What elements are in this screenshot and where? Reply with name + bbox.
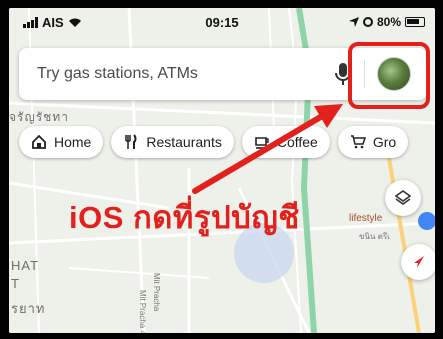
chip-label-groceries: Gro bbox=[372, 134, 397, 150]
category-chips: Home Restaurants Coffee Gro bbox=[9, 126, 435, 160]
wifi-icon bbox=[68, 18, 81, 27]
fork-knife-icon bbox=[125, 134, 137, 149]
status-right: 80% bbox=[348, 15, 425, 29]
map-label-thai-top: จรัญรัชทา bbox=[9, 110, 69, 124]
search-bar[interactable]: Try gas stations, ATMs bbox=[19, 48, 427, 100]
search-input[interactable]: Try gas stations, ATMs bbox=[37, 65, 334, 83]
compass-needle-icon bbox=[414, 256, 424, 268]
layers-button[interactable] bbox=[385, 180, 421, 216]
phone-screen: AIS 09:15 80% จรัญรัชทา HAT T รยาท Mit P… bbox=[9, 8, 435, 333]
signal-icon bbox=[23, 16, 38, 28]
carrier-label: AIS bbox=[42, 14, 64, 30]
status-left: AIS bbox=[23, 15, 82, 30]
map-label-area-2: T bbox=[11, 276, 20, 291]
poi-sub-label: ขนิน ตรีเ bbox=[359, 232, 390, 241]
map-label-thai-bottom: รยาท bbox=[11, 301, 46, 316]
road-label-2: Mit Pracha 4 bbox=[138, 290, 147, 333]
battery-percent: 80% bbox=[376, 15, 401, 29]
location-arrow-icon bbox=[348, 17, 359, 27]
mic-icon[interactable] bbox=[334, 62, 352, 86]
chip-home[interactable]: Home bbox=[19, 126, 104, 158]
phone-frame: AIS 09:15 80% จรัญรัชทา HAT T รยาท Mit P… bbox=[0, 0, 443, 339]
layers-icon bbox=[394, 190, 412, 205]
alarm-icon bbox=[362, 17, 373, 27]
annotation-text: iOS กดที่รูปบัญชี bbox=[69, 200, 300, 235]
road-label-1: Mit Pracha bbox=[152, 273, 161, 312]
poi-label: lifestyle bbox=[349, 213, 383, 224]
chip-groceries[interactable]: Gro bbox=[337, 126, 409, 158]
chip-label-restaurants: Restaurants bbox=[146, 134, 222, 150]
home-icon bbox=[32, 134, 46, 149]
status-bar: AIS 09:15 80% bbox=[9, 8, 435, 36]
chip-restaurants[interactable]: Restaurants bbox=[111, 126, 234, 158]
map-label-area-1: HAT bbox=[11, 258, 40, 273]
cart-icon bbox=[350, 135, 366, 149]
chip-coffee[interactable]: Coffee bbox=[241, 126, 330, 158]
coffee-cup-icon bbox=[255, 137, 269, 149]
search-divider bbox=[364, 60, 365, 88]
chip-label-coffee: Coffee bbox=[276, 134, 318, 150]
chip-label-home: Home bbox=[54, 134, 92, 150]
battery-icon bbox=[405, 17, 425, 27]
account-avatar[interactable] bbox=[377, 57, 411, 91]
compass-button[interactable] bbox=[401, 244, 435, 280]
